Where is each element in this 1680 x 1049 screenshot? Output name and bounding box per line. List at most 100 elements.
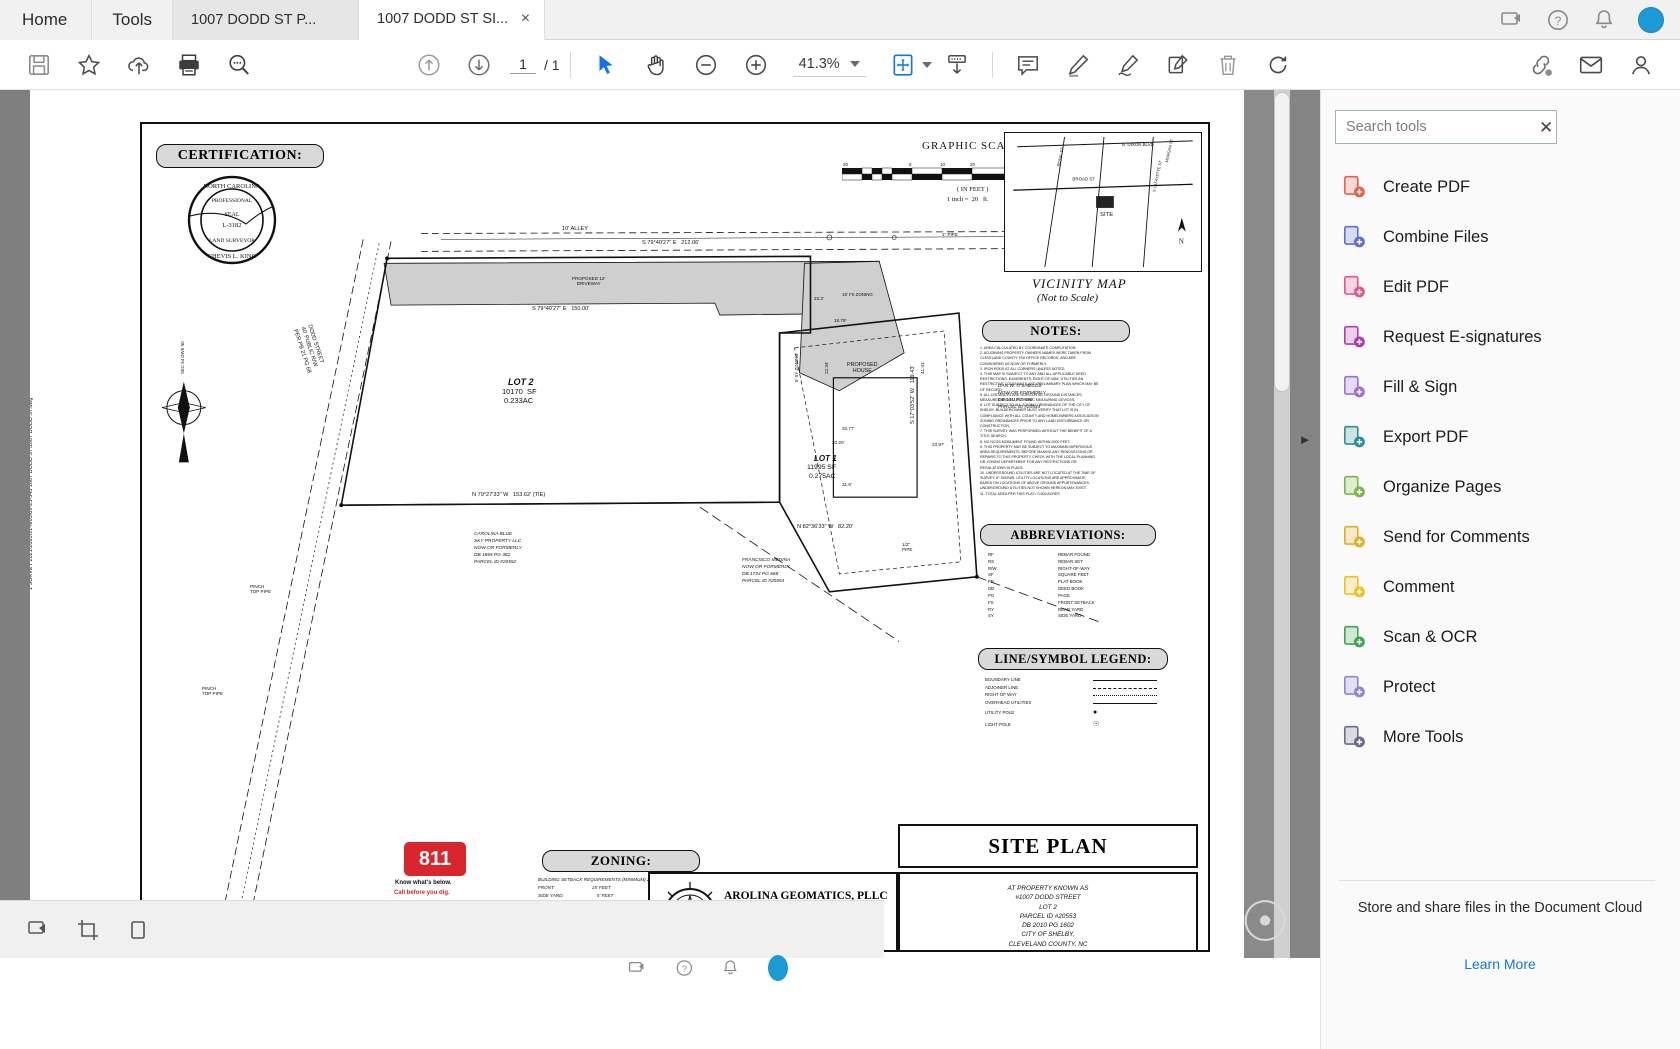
search-icon[interactable] [226,52,252,78]
tool-item-label: Export PDF [1383,427,1469,446]
cloud-upload-icon[interactable] [126,52,152,78]
legend-sample [1093,684,1157,692]
chevron-down-icon[interactable] [849,60,860,67]
dim-4141: 41.41' [920,361,925,374]
tool-item-request-e-signatures[interactable]: Request E-signatures [1335,312,1665,362]
legend-row: UTILITY POLE ● [985,707,1170,719]
tool-item-label: Edit PDF [1383,277,1450,296]
help-icon[interactable]: ? [675,956,694,980]
abbreviation-key: SY [988,613,994,619]
document-viewport[interactable]: ► 1 SURVEY 2021\2085\91-M05\09-23-345 10… [0,90,1320,959]
profile-sign-icon[interactable] [1628,52,1654,78]
tool-item-fill-sign[interactable]: Fill & Sign [1335,362,1665,412]
adjoiner-medina-label: FRANCISCO MEDINA NOW OR FORMERLY DB 1724… [742,558,791,584]
tool-item-comment[interactable]: Comment [1335,562,1665,612]
rotate-icon[interactable] [1265,52,1291,78]
proposed-house-label: PROPOSED HOUSE [847,362,878,375]
previous-page-icon[interactable] [416,52,442,78]
bell-icon[interactable] [721,956,740,980]
tool-item-label: Scan & OCR [1383,627,1478,646]
save-icon[interactable] [26,52,52,78]
toolbar-divider-2 [991,51,993,78]
sign-icon[interactable] [1115,52,1141,78]
account-avatar[interactable] [767,955,788,981]
abbreviation-row: RY REAR YARD [988,607,1178,614]
share-link-icon[interactable] [1528,52,1554,78]
highlight-icon[interactable] [1065,52,1091,78]
tool-item-label: Create PDF [1383,177,1471,196]
legend-sample [1093,676,1157,684]
tool-item-export-pdf[interactable]: Export PDF [1335,412,1665,462]
adjoiner-oshields-label: DAN W. O'SHIELDS NOW OR FORMERLY DB 13U … [998,384,1046,410]
tool-item-protect[interactable]: Protect [1335,662,1665,712]
delete-icon[interactable] [1215,52,1241,78]
abbreviation-meaning: RIGHT-OF-WAY [1058,565,1090,571]
pdf-page[interactable]: 1 SURVEY 2021\2085\91-M05\09-23-345 1007… [28,90,1244,959]
zoom-out-icon[interactable] [693,52,719,78]
email-icon[interactable] [1578,52,1604,78]
vicinity-map-box: SITE N. DIXON BLVD BROAD ST ROYAL ST MOR… [1004,132,1202,272]
svg-text:20: 20 [843,162,849,167]
document-tab-2[interactable]: 1007 DODD ST SI... × [359,0,546,40]
svg-text:NORTH CAROLINA: NORTH CAROLINA [203,183,261,190]
screen-share-icon[interactable] [1500,8,1524,32]
vertical-scrollbar-thumb[interactable] [1274,92,1290,392]
legend-row: LIGHT POLE ☉ [985,719,1170,731]
search-tools-field[interactable]: ✕ [1335,110,1557,144]
scan-ocr-icon [1343,625,1365,648]
site-plan-title-box: SITE PLAN [898,824,1198,868]
vicinity-map-title: VICINITY MAP [1032,276,1127,291]
zoom-level-dropdown[interactable]: 41.3% [792,53,866,77]
svg-text:CHEVIS L. KING: CHEVIS L. KING [208,253,257,260]
account-avatar[interactable] [1638,6,1664,33]
legend-row: RIGHT OF WAY [985,691,1170,699]
crop-icon[interactable] [76,918,100,942]
site-plan-drawing[interactable]: CERTIFICATION: NORTH CAROLINA CHEVIS L. … [140,122,1210,952]
next-page-icon[interactable] [466,52,492,78]
legend-body: BOUNDARY LINE ADJOINER LINE RIGHT OF WAY OV… [985,676,1170,731]
fill-sign-icon [1343,375,1365,398]
page-number-input[interactable] [510,55,536,74]
tool-item-label: Request E-signatures [1383,327,1542,346]
print-icon[interactable] [176,52,202,78]
markup-icon[interactable] [26,918,50,942]
learn-more-link[interactable]: Learn More [1335,956,1665,972]
legend-sample [1093,691,1157,699]
star-icon[interactable] [76,52,102,78]
tool-item-organize-pages[interactable]: Organize Pages [1335,462,1665,512]
tool-item-more-tools[interactable]: More Tools [1335,712,1665,762]
home-button[interactable]: Home [0,0,93,40]
close-icon[interactable]: × [521,11,530,27]
search-tools-input[interactable] [1346,119,1533,135]
fit-page-chevron-icon[interactable] [921,61,932,68]
hand-pan-icon[interactable] [643,52,669,78]
right-panel-toggle[interactable]: ► [1297,430,1313,450]
request-esign-icon [1343,325,1365,348]
tool-item-scan-ocr[interactable]: Scan & OCR [1335,612,1665,662]
comment-icon[interactable] [1015,52,1041,78]
close-icon[interactable]: ✕ [1539,119,1553,136]
zoom-in-icon[interactable] [743,52,769,78]
tool-item-send-for-comments[interactable]: Send for Comments [1335,512,1665,562]
tool-item-edit-pdf[interactable]: Edit PDF [1335,262,1665,312]
bottom-dock-icons: ? [628,948,788,988]
edit-page-icon[interactable] [1165,52,1191,78]
svg-text:10: 10 [940,162,946,167]
scroll-mode-icon[interactable] [944,52,970,78]
legend-label: UTILITY POLE [985,710,1015,716]
document-tab-1[interactable]: 1007 DODD ST P... [173,0,360,40]
combine-files-icon [1343,225,1365,248]
cursor-select-icon[interactable] [593,52,619,78]
tool-item-label: Comment [1383,577,1455,596]
abbreviation-key: PB [988,579,994,585]
tool-item-combine-files[interactable]: Combine Files [1335,212,1665,262]
help-icon[interactable]: ? [1546,8,1570,32]
legend-label: BOUNDARY LINE [985,677,1021,682]
tools-button[interactable]: Tools [92,0,174,40]
bell-icon[interactable] [1592,8,1616,32]
screen-share-icon[interactable] [628,956,647,980]
tool-item-label: Fill & Sign [1383,377,1458,396]
sidebar-icon[interactable] [126,918,150,942]
tool-item-create-pdf[interactable]: Create PDF [1335,162,1665,212]
fit-page-icon[interactable] [890,52,916,78]
